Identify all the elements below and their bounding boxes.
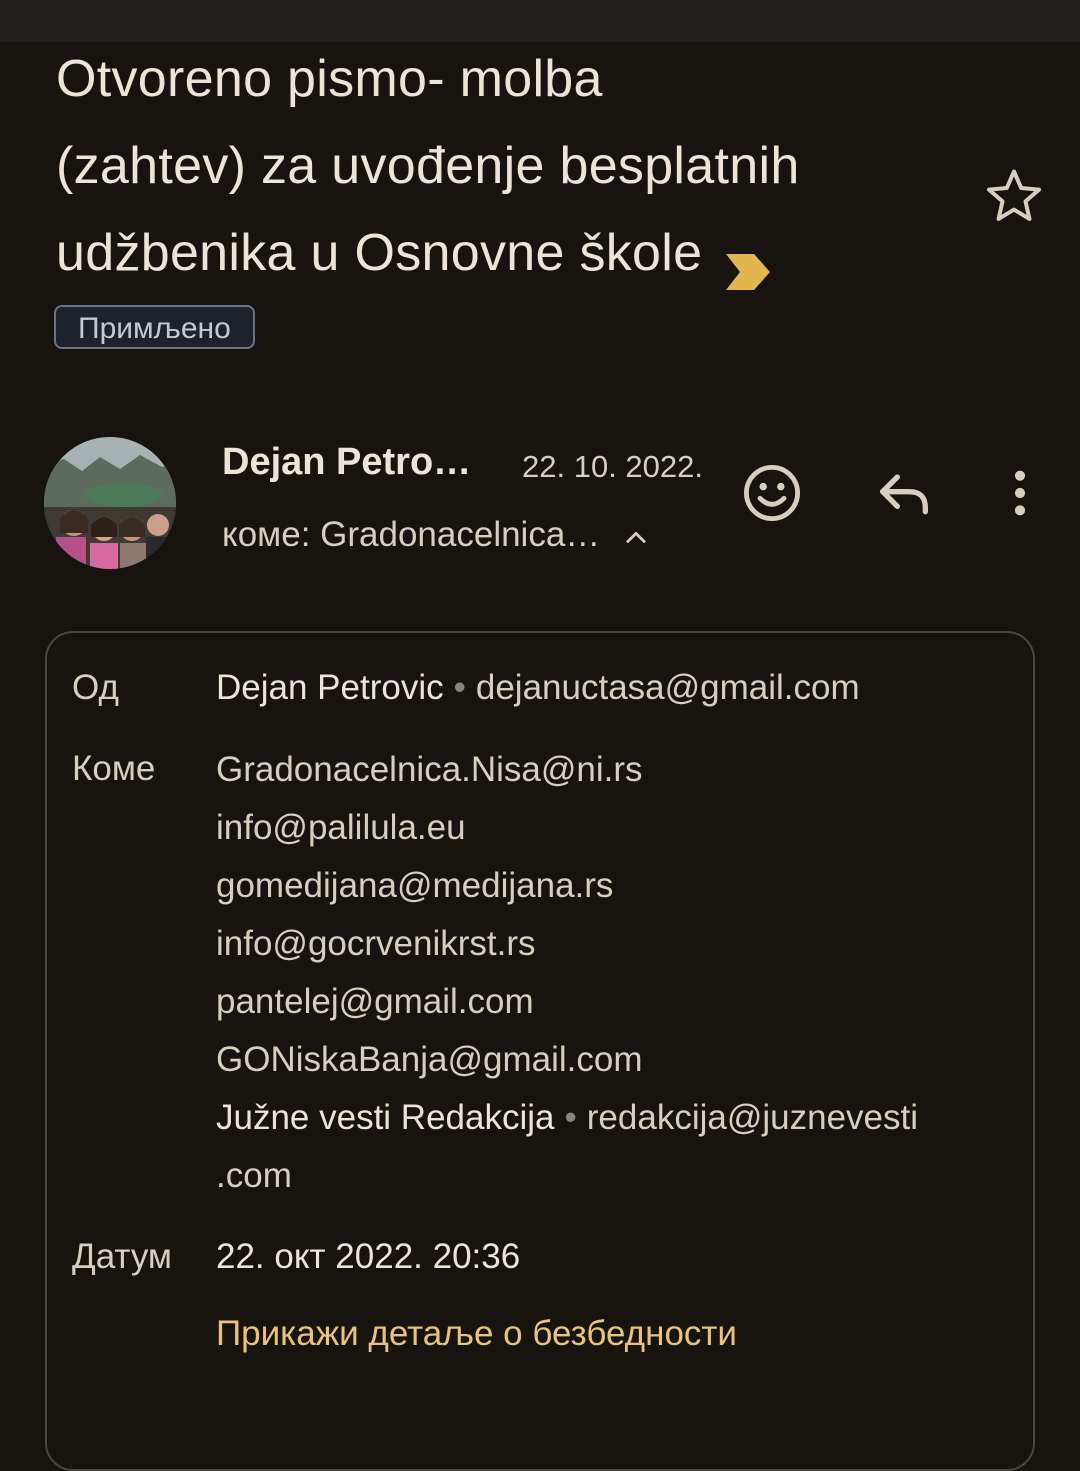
separator-dot: •: [453, 668, 466, 707]
more-options-button[interactable]: [988, 461, 1052, 525]
star-button[interactable]: [982, 164, 1046, 228]
from-name: Dejan Petrovic: [216, 668, 444, 707]
recipient-email[interactable]: gomedijana@medijana.rs: [216, 857, 918, 915]
date-label: Датум: [72, 1237, 172, 1276]
reply-button[interactable]: [872, 461, 936, 525]
separator-dot: •: [564, 1098, 577, 1137]
recipient-email: redakcija@juznevesti: [586, 1098, 919, 1137]
reply-icon: [880, 474, 928, 515]
chevron-up-icon: [622, 521, 650, 549]
subject-line-3: udžbenika u Osnovne škole: [56, 210, 936, 297]
recipient-email-continued: .com: [216, 1156, 292, 1195]
security-details-link[interactable]: Прикажи детаље о безбедности: [216, 1314, 737, 1354]
recipient-name: Južne vesti Redakcija: [216, 1098, 555, 1137]
from-value: Dejan Petrovic • dejanuctasa@gmail.com: [216, 668, 860, 708]
emoji-icon: [743, 464, 801, 522]
recipient-named[interactable]: Južne vesti Redakcija • redakcija@juzneves…: [216, 1089, 918, 1147]
avatar[interactable]: [44, 437, 176, 569]
subject-line-1: Otvoreno pismo- molba: [56, 50, 603, 108]
date-value: 22. окт 2022. 20:36: [216, 1237, 521, 1276]
to-recipients-list: Gradonacelnica.Nisa@ni.rs info@palilula.…: [216, 741, 918, 1205]
importance-marker-icon[interactable]: [724, 232, 772, 291]
recipients-toggle[interactable]: коме: Gradonacelnica…: [222, 515, 650, 555]
from-label: Од: [72, 668, 119, 707]
recipient-email[interactable]: Gradonacelnica.Nisa@ni.rs: [216, 741, 918, 799]
label-chip-inbox[interactable]: Примљено: [54, 305, 255, 349]
recipient-email[interactable]: GONiskaBanja@gmail.com: [216, 1031, 918, 1089]
to-label: Коме: [72, 749, 156, 788]
sender-name[interactable]: Dejan Petro…: [222, 441, 471, 484]
to-summary: коме: Gradonacelnica…: [222, 515, 601, 554]
recipient-email[interactable]: info@gocrvenikrst.rs: [216, 915, 918, 973]
more-vert-icon: [1014, 470, 1026, 516]
subject-line-3-text: udžbenika u Osnovne škole: [56, 224, 703, 282]
email-subject: Otvoreno pismo- molba (zahtev) za uvođen…: [56, 36, 936, 297]
subject-line-2: (zahtev) za uvođenje besplatnih: [56, 137, 800, 195]
emoji-reaction-button[interactable]: [740, 461, 804, 525]
star-icon: [986, 169, 1042, 221]
recipient-email[interactable]: info@palilula.eu: [216, 799, 918, 857]
from-email[interactable]: dejanuctasa@gmail.com: [476, 668, 860, 707]
recipient-email[interactable]: pantelej@gmail.com: [216, 973, 918, 1031]
sender-date: 22. 10. 2022.: [522, 449, 703, 484]
